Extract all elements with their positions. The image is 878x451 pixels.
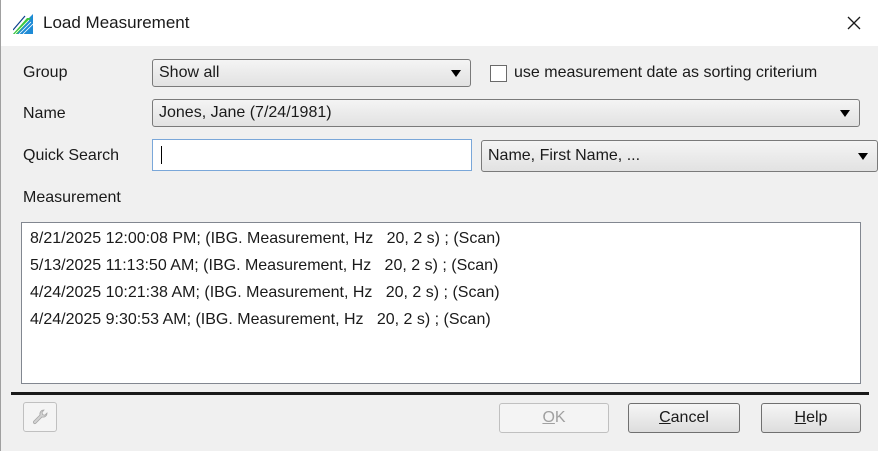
sort-by-date-label[interactable]: use measurement date as sorting criteriu…: [514, 64, 817, 82]
ok-mnemonic: O: [542, 409, 555, 426]
separator: [11, 392, 869, 395]
measurement-label: Measurement: [23, 189, 121, 206]
cancel-label-rest: ancel: [670, 409, 709, 426]
cancel-mnemonic: C: [659, 409, 671, 426]
name-dropdown-value: Jones, Jane (7/24/1981): [159, 104, 332, 121]
quick-search-label: Quick Search: [23, 147, 120, 164]
settings-tool-button[interactable]: [23, 402, 57, 432]
quick-search-input[interactable]: [152, 139, 472, 171]
list-item[interactable]: 5/13/2025 11:13:50 AM; (IBG. Measurement…: [30, 257, 498, 275]
chevron-down-icon: [858, 153, 868, 160]
chevron-down-icon: [840, 110, 850, 117]
group-label: Group: [23, 64, 68, 81]
name-label: Name: [23, 105, 66, 122]
ok-button[interactable]: OK: [499, 403, 609, 433]
list-item[interactable]: 4/24/2025 10:21:38 AM; (IBG. Measurement…: [30, 284, 500, 302]
close-button[interactable]: [839, 9, 869, 37]
measurement-list[interactable]: 8/21/2025 12:00:08 PM; (IBG. Measurement…: [21, 222, 861, 384]
help-label-rest: elp: [806, 409, 828, 426]
list-item[interactable]: 4/24/2025 9:30:53 AM; (IBG. Measurement,…: [30, 311, 491, 329]
title-bar[interactable]: Load Measurement: [1, 0, 878, 46]
cancel-button[interactable]: Cancel: [628, 403, 740, 433]
wrench-icon: [32, 409, 48, 425]
help-button[interactable]: Help: [761, 403, 861, 433]
group-dropdown[interactable]: Show all: [152, 59, 471, 87]
load-measurement-dialog: Load Measurement Group Show all use meas…: [0, 0, 878, 451]
search-field-dropdown[interactable]: Name, First Name, ...: [481, 140, 878, 172]
window-title: Load Measurement: [43, 13, 190, 32]
help-mnemonic: H: [794, 409, 807, 426]
name-dropdown[interactable]: Jones, Jane (7/24/1981): [152, 99, 860, 127]
search-field-dropdown-value: Name, First Name, ...: [488, 147, 641, 164]
text-caret: [161, 146, 162, 164]
group-dropdown-value: Show all: [159, 64, 220, 81]
chevron-down-icon: [451, 70, 461, 77]
list-item[interactable]: 8/21/2025 12:00:08 PM; (IBG. Measurement…: [30, 230, 500, 248]
sort-by-date-checkbox[interactable]: [490, 65, 507, 82]
close-icon: [847, 16, 861, 30]
ok-label-rest: K: [554, 409, 566, 426]
app-logo-icon: [13, 14, 33, 34]
